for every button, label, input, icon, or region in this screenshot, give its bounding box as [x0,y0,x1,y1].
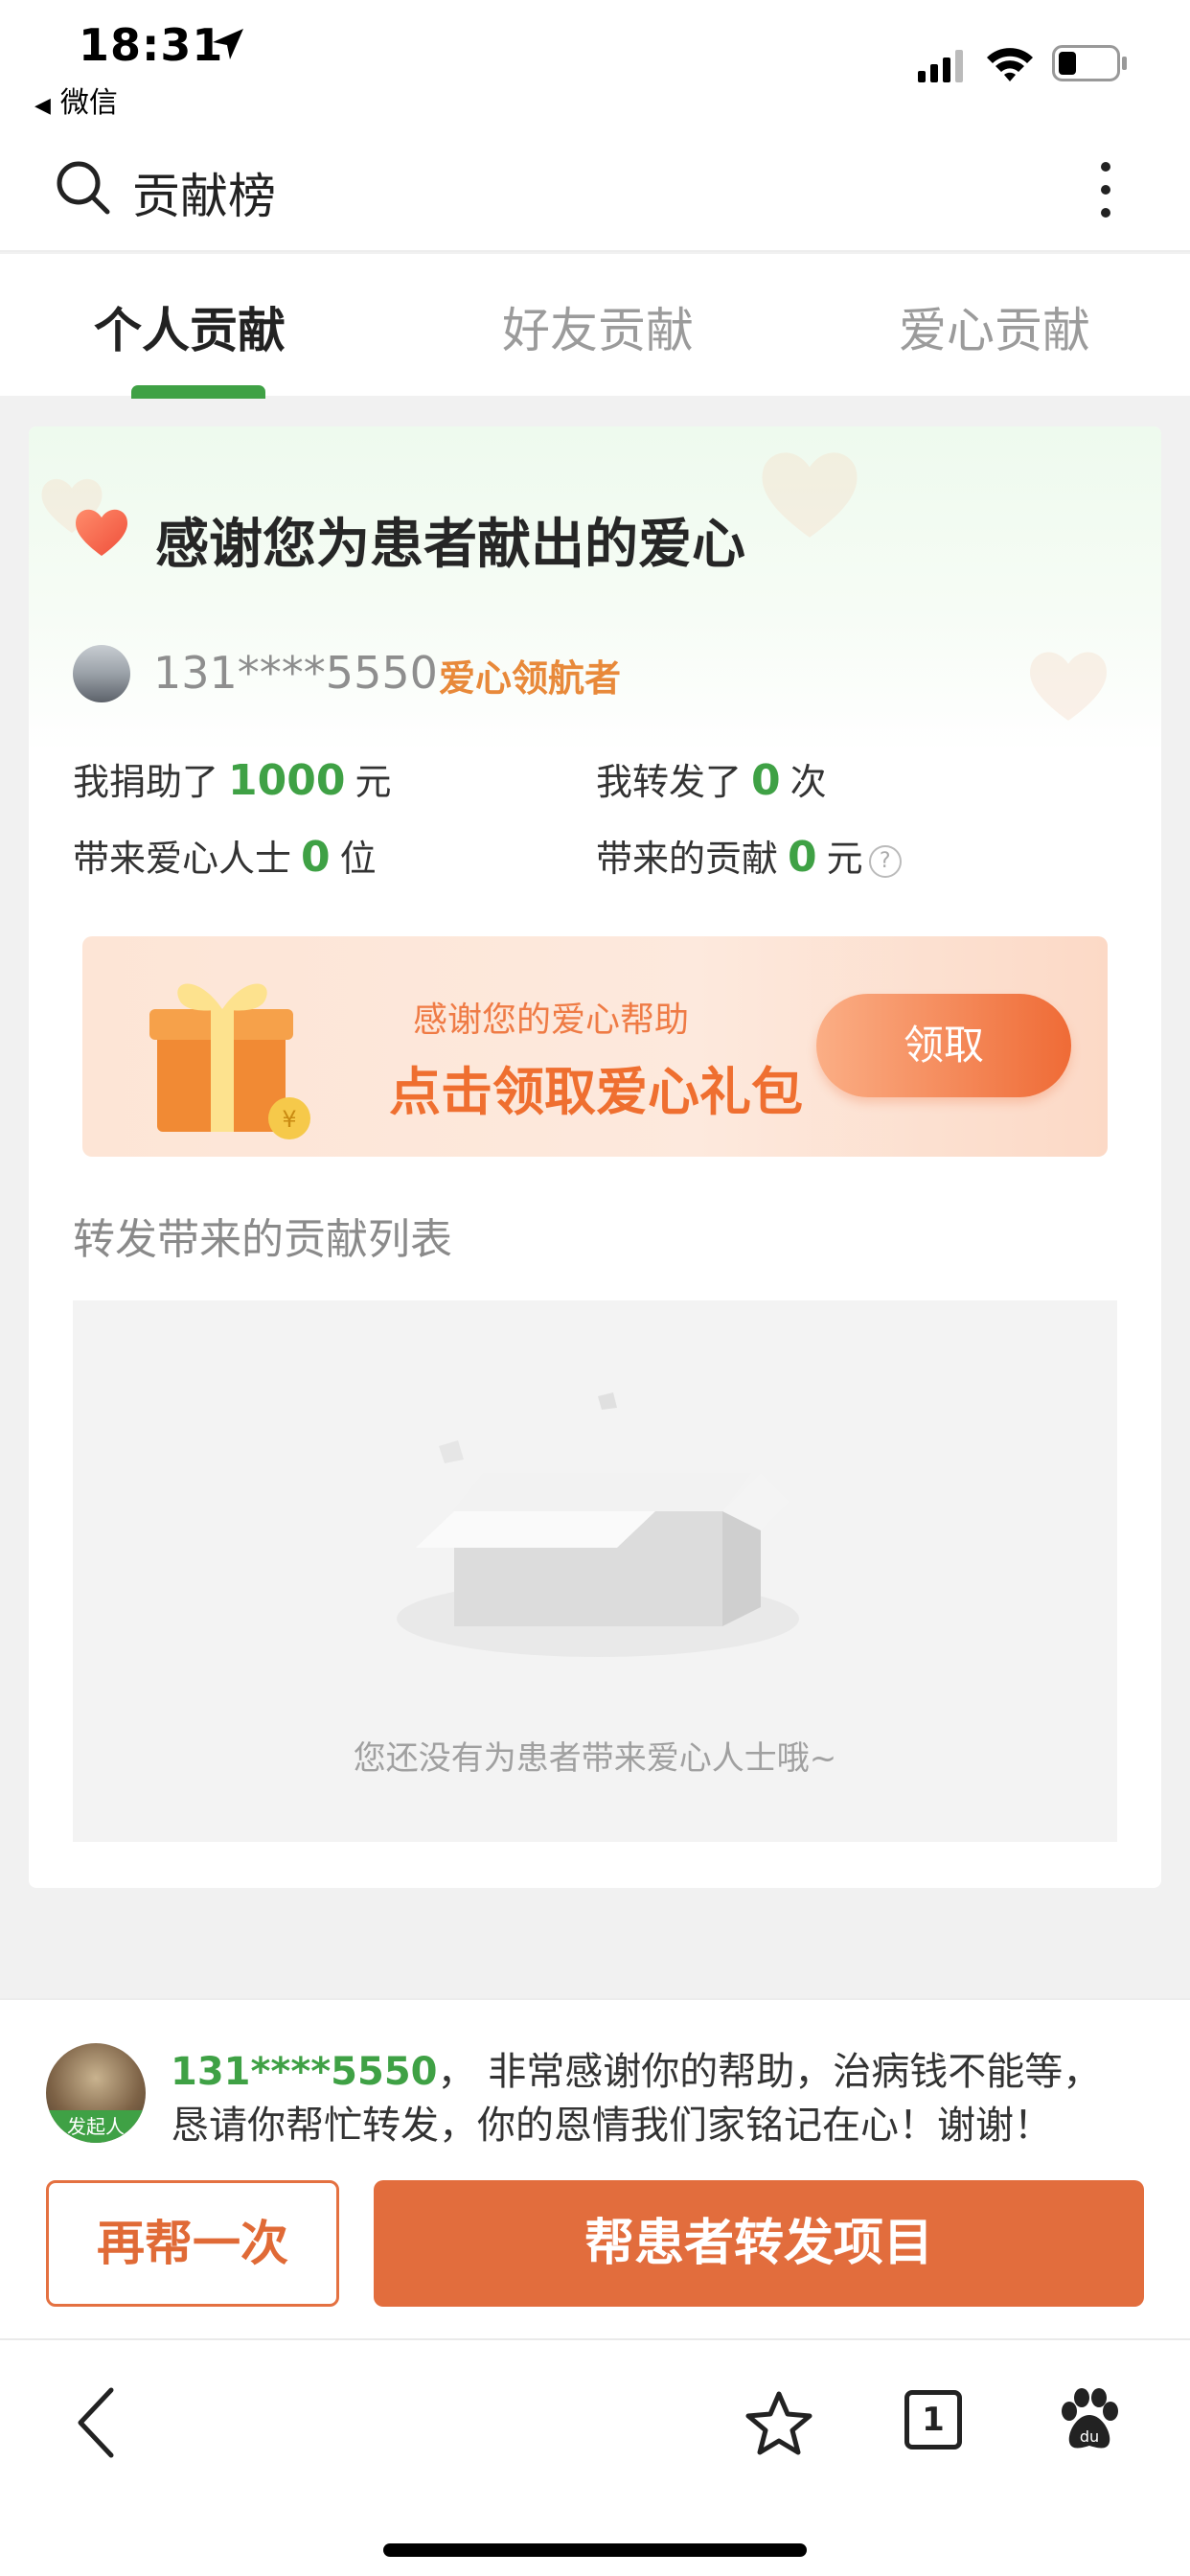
user-badge: 爱心领航者 [439,657,622,700]
stat-unit: 元 [826,838,863,880]
baidu-paw-icon[interactable]: du [1058,2386,1121,2453]
nav-header: 贡献榜 [0,129,1190,252]
tab-bar: 个人贡献 好友贡献 爱心贡献 [0,254,1190,399]
empty-state: 您还没有为患者带来爱心人士哦~ [73,1300,1117,1842]
decorative-heart-icon [1030,652,1107,722]
stat-unit: 位 [339,838,377,880]
initiator-avatar: 发起人 [46,2043,146,2143]
search-icon[interactable] [54,158,113,218]
stat-brought-contribution: 带来的贡献 0 元? [596,829,902,882]
message-sender-name: 131****5550 [171,2050,438,2094]
tab-love-contribution[interactable]: 爱心贡献 [899,292,1090,361]
contribution-list-title: 转发带来的贡献列表 [73,1215,452,1264]
stat-label: 我转发了 [596,761,743,803]
location-arrow-icon [213,29,243,59]
battery-icon [1052,45,1127,81]
back-triangle-icon: ◀ [34,94,51,118]
wifi-icon [987,48,1033,81]
status-bar: 18:31 ◀ 微信 [0,0,1190,129]
stat-unit: 元 [355,761,392,803]
tab-friend-contribution[interactable]: 好友贡献 [502,292,694,361]
stat-brought-people: 带来爱心人士 0 位 [73,829,377,882]
stat-shared: 我转发了 0 次 [596,752,827,805]
initiator-message: 发起人 131****5550， 非常感谢你的帮助，治病钱不能等， 恳请你帮忙转… [0,1998,1190,2175]
user-phone: 131****5550 [153,647,438,699]
help-question-icon[interactable]: ? [868,844,902,878]
home-indicator [383,2543,807,2557]
stat-unit: 次 [790,761,827,803]
share-project-button[interactable]: 帮患者转发项目 [374,2180,1144,2307]
stat-value: 1000 [228,756,346,805]
tab-personal-contribution[interactable]: 个人贡献 [94,292,286,361]
thanks-title: 感谢您为患者献出的爱心 [155,514,745,576]
status-time: 18:31 [79,19,224,71]
message-line: 恳请你帮忙转发，你的恩情我们家铭记在心！谢谢！ [171,2104,1052,2148]
heart-icon [76,509,127,556]
stat-value: 0 [788,833,817,882]
back-chevron-icon[interactable] [73,2384,121,2461]
action-bar: 再帮一次 帮患者转发项目 [0,2175,1190,2338]
page-title: 贡献榜 [132,169,276,224]
help-again-button[interactable]: 再帮一次 [46,2180,339,2307]
contribution-card: 感谢您为患者献出的爱心 131****5550 爱心领航者 我捐助了 1000 元 … [29,426,1161,1888]
tab-count-button[interactable]: 1 [904,2390,962,2450]
back-to-app-link[interactable]: ◀ 微信 [34,79,118,121]
star-bookmark-icon[interactable] [745,2390,812,2457]
gift-subtitle: 感谢您的爱心帮助 [413,1000,690,1040]
card-header-background [29,426,1161,752]
gift-box-icon: ¥ [149,983,310,1139]
user-avatar [73,645,130,702]
svg-text:¥: ¥ [282,1106,296,1133]
back-app-label: 微信 [59,86,118,120]
message-line: 131****5550， 非常感谢你的帮助，治病钱不能等， [171,2040,1101,2096]
stat-label: 带来爱心人士 [73,838,292,880]
gift-banner[interactable]: ¥ 感谢您的爱心帮助 点击领取爱心礼包 领取 [82,936,1108,1157]
claim-gift-button[interactable]: 领取 [816,994,1071,1097]
stat-value: 0 [301,833,331,882]
stat-label: 我捐助了 [73,761,219,803]
empty-box-icon [397,1392,799,1657]
stat-value: 0 [751,756,781,805]
svg-text:du: du [1080,2427,1099,2446]
stat-donated: 我捐助了 1000 元 [73,752,392,805]
decorative-heart-icon [762,452,858,538]
gift-title: 点击领取爱心礼包 [389,1062,803,1122]
message-text: ， 非常感谢你的帮助，治病钱不能等， [437,2050,1102,2094]
stat-label: 带来的贡献 [596,838,779,880]
empty-state-text: 您还没有为患者带来爱心人士哦~ [353,1739,837,1778]
more-vertical-icon[interactable] [1088,158,1123,221]
initiator-label: 发起人 [46,2110,146,2143]
cellular-signal-icon [918,50,963,82]
active-tab-indicator [131,385,265,399]
browser-toolbar: 1 du [0,2338,1190,2576]
